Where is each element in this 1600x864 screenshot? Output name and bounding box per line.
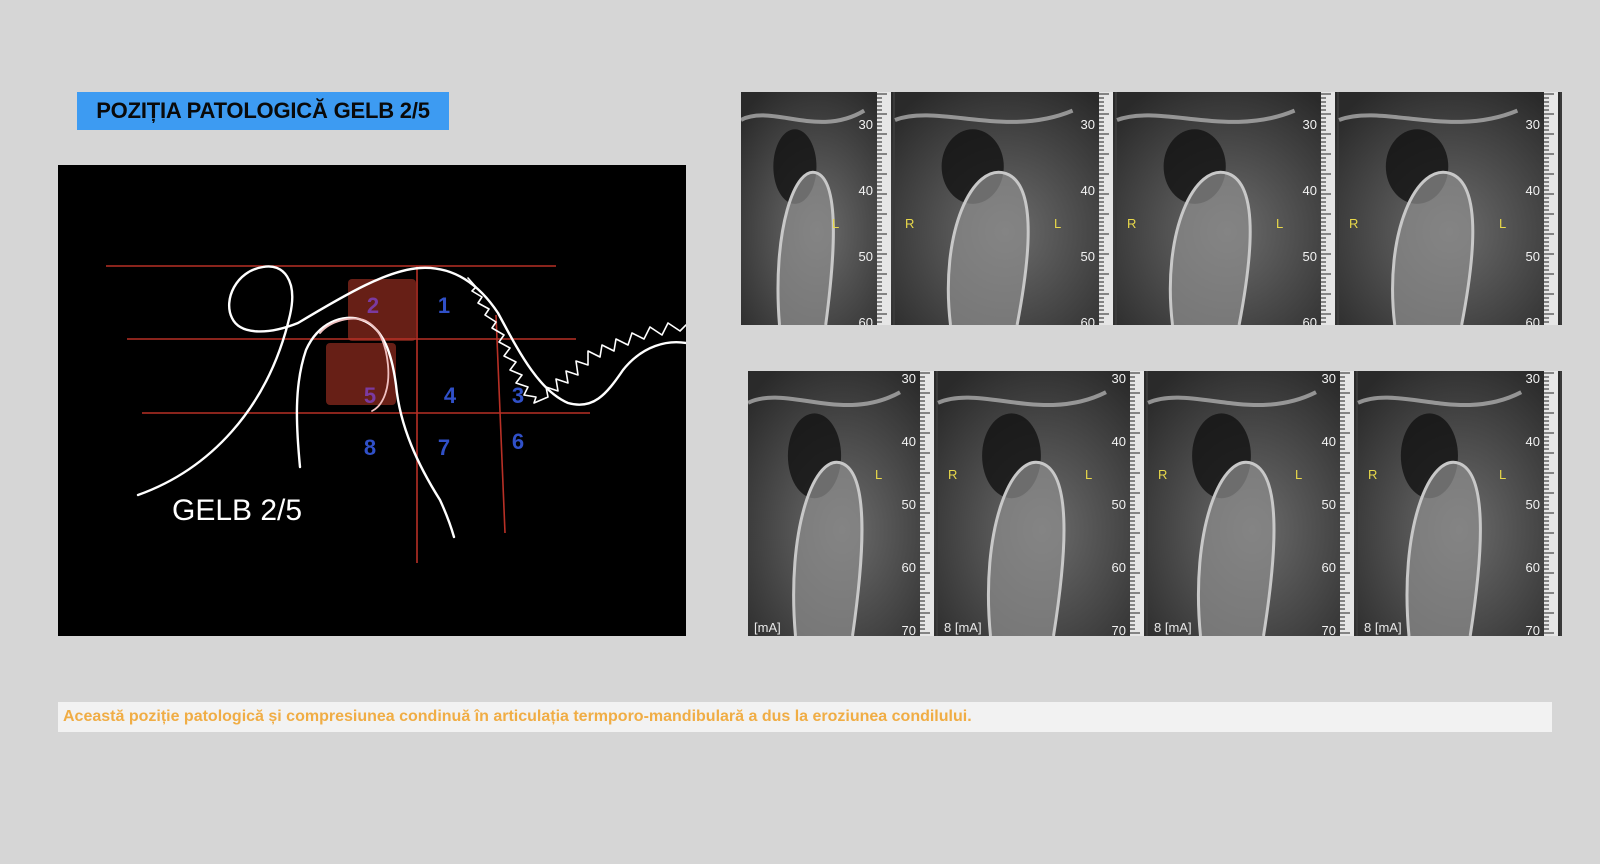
scan-side-label: R	[1158, 467, 1167, 482]
articular-eminence-serrations	[467, 277, 686, 404]
scan-side-label: R	[948, 467, 957, 482]
scan-panel-bottom-3: 30 40 50 60 70 R L 8 [mA]	[1147, 371, 1356, 636]
scan-depth-label: 30	[1081, 117, 1095, 132]
scan-ruler	[1544, 371, 1558, 636]
cbct-scans-bottom-svg: 30 40 50 60 70 L [mA] 30 40 50 60 70 R L 8 [mA] 30 40 50 6…	[748, 371, 1560, 636]
scan-depth-label: 30	[1526, 117, 1540, 132]
scan-ruler	[920, 371, 934, 636]
scan-panel-bottom-4: 30 40 50 60 70 R L 8 [mA]	[1357, 371, 1560, 636]
cbct-scans-bottom: 30 40 50 60 70 L [mA] 30 40 50 60 70 R L 8 [mA] 30 40 50 6…	[748, 371, 1562, 636]
scan-side-label: L	[1499, 467, 1506, 482]
scan-side-label: R	[905, 216, 914, 231]
scan-depth-label: 40	[859, 183, 873, 198]
scan-panel-top-2: 30 40 50 60 R L	[894, 92, 1115, 325]
scan-depth-label: 30	[1303, 117, 1317, 132]
zone-number-2: 2	[367, 293, 379, 318]
scan-depth-label: 60	[859, 315, 873, 325]
scan-side-label: R	[1349, 216, 1358, 231]
zone-number-1: 1	[438, 293, 450, 318]
scan-depth-label: 40	[1303, 183, 1317, 198]
scan-depth-label: 50	[859, 249, 873, 264]
scan-depth-label: 30	[859, 117, 873, 132]
scan-depth-label: 50	[1526, 497, 1540, 512]
scan-depth-label: 50	[1303, 249, 1317, 264]
scan-depth-label: 40	[902, 434, 916, 449]
caption: Această poziție patologică și compresiun…	[58, 702, 1552, 732]
zone-number-3: 3	[512, 383, 524, 408]
scan-side-label: L	[1295, 467, 1302, 482]
scan-footer-label: 8 [mA]	[1364, 620, 1402, 635]
scan-side-label: L	[875, 467, 882, 482]
scan-side-label: R	[1368, 467, 1377, 482]
scan-depth-label: 60	[1303, 315, 1317, 325]
zone-number-7: 7	[438, 435, 450, 460]
scan-panel-bottom-1: 30 40 50 60 70 L [mA]	[748, 371, 936, 636]
scan-panel-top-3: 30 40 50 60 R L	[1116, 92, 1337, 325]
scan-side-label: L	[1276, 216, 1283, 231]
scan-depth-label: 50	[902, 497, 916, 512]
zone-number-6: 6	[512, 429, 524, 454]
zone-number-4: 4	[444, 383, 457, 408]
scan-side-label: L	[1054, 216, 1061, 231]
scan-side-label: L	[1499, 216, 1506, 231]
cbct-scans-top: 30 40 50 60 L 30 40 50 60 R L 30 40 50 60 R L 30 40 50 60 R L	[741, 92, 1562, 325]
scan-depth-label: 70	[1526, 623, 1540, 636]
scan-depth-label: 40	[1526, 183, 1540, 198]
scan-depth-label: 30	[1322, 371, 1336, 386]
scan-depth-label: 60	[1081, 315, 1095, 325]
scan-depth-label: 50	[1322, 497, 1336, 512]
scan-depth-label: 70	[1112, 623, 1126, 636]
scan-depth-label: 40	[1526, 434, 1540, 449]
scan-depth-label: 50	[1112, 497, 1126, 512]
scan-depth-label: 70	[1322, 623, 1336, 636]
scan-panel-bottom-2: 30 40 50 60 70 R L 8 [mA]	[937, 371, 1146, 636]
cbct-scans-top-svg: 30 40 50 60 L 30 40 50 60 R L 30 40 50 60 R L 30 40 50 60 R L	[741, 92, 1560, 325]
page-title: POZIȚIA PATOLOGICĂ GELB 2/5	[77, 92, 449, 130]
scan-depth-label: 50	[1526, 249, 1540, 264]
scan-depth-label: 30	[1526, 371, 1540, 386]
gelb-diagram: 1 2 3 4 5 6 7 8 GELB 2/5	[58, 165, 686, 636]
gelb-label: GELB 2/5	[172, 494, 302, 527]
scan-footer-label: 8 [mA]	[944, 620, 982, 635]
scan-ruler	[1340, 371, 1354, 636]
scan-depth-label: 60	[902, 560, 916, 575]
scan-ruler	[1130, 371, 1144, 636]
scan-depth-label: 70	[902, 623, 916, 636]
scan-depth-label: 60	[1112, 560, 1126, 575]
guide-line-vertical-2	[495, 314, 506, 534]
scan-side-label: L	[1085, 467, 1092, 482]
scan-depth-label: 60	[1322, 560, 1336, 575]
scan-depth-label: 60	[1526, 560, 1540, 575]
zone-number-5: 5	[364, 383, 376, 408]
scan-depth-label: 40	[1112, 434, 1126, 449]
scan-depth-label: 40	[1322, 434, 1336, 449]
scan-depth-label: 30	[1112, 371, 1126, 386]
scan-panel-top-1: 30 40 50 60 L	[741, 92, 893, 325]
scan-depth-label: 30	[902, 371, 916, 386]
scan-depth-label: 40	[1081, 183, 1095, 198]
gelb-diagram-svg: 1 2 3 4 5 6 7 8 GELB 2/5	[106, 265, 686, 563]
scan-footer-label: 8 [mA]	[1154, 620, 1192, 635]
scan-side-label: R	[1127, 216, 1136, 231]
scan-depth-label: 60	[1526, 315, 1540, 325]
scan-side-label: L	[832, 216, 839, 231]
scan-depth-label: 50	[1081, 249, 1095, 264]
scan-footer-label: [mA]	[754, 620, 781, 635]
zone-number-8: 8	[364, 435, 376, 460]
scan-panel-top-4: 30 40 50 60 R L	[1338, 92, 1560, 325]
